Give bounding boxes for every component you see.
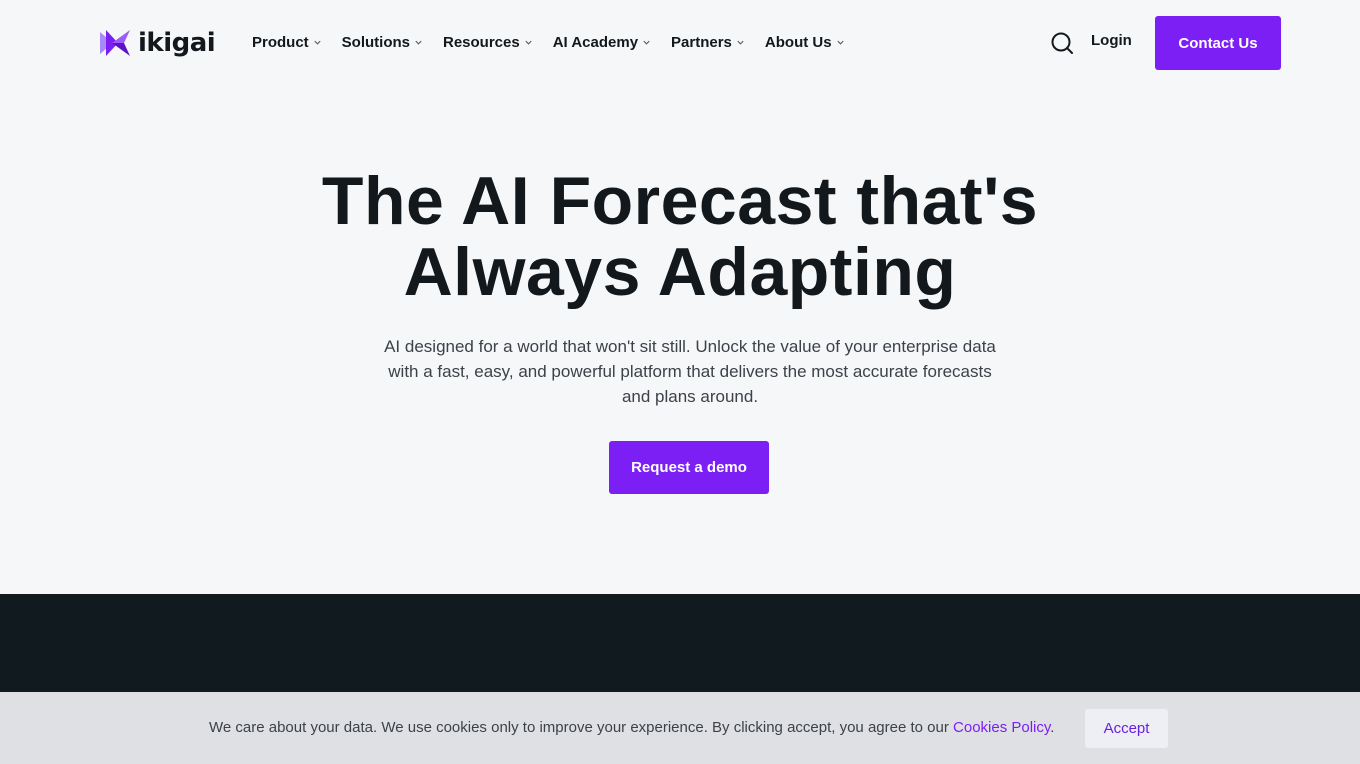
request-demo-button[interactable]: Request a demo [609,441,769,494]
cookie-period: . [1050,719,1055,736]
nav-item-resources[interactable]: Resources [443,34,533,51]
site-header: ikigai Product Solutions Resources AI Ac… [0,0,1360,86]
cookie-banner-text: We care about your data. We use cookies … [209,718,1054,738]
nav-item-product[interactable]: Product [252,34,322,51]
nav-item-label: About Us [764,33,832,51]
login-link[interactable]: Login [1091,32,1132,52]
hero-title: The AI Forecast that's Always Adapting [280,166,1080,308]
search-icon [1051,32,1073,54]
chevron-down-icon [415,40,422,45]
cookies-policy-link[interactable]: Cookies Policy [953,719,1050,736]
nav-item-label: Product [252,33,309,51]
nav-item-about-us[interactable]: About Us [765,34,845,51]
nav-item-label: Resources [443,33,520,51]
ikigai-logo-icon [100,30,130,56]
contact-us-button[interactable]: Contact Us [1155,16,1281,70]
nav-item-label: Solutions [341,33,410,51]
nav-item-solutions[interactable]: Solutions [342,34,423,51]
nav-item-label: AI Academy [552,33,639,51]
hero-title-line2: Always Adapting [403,234,957,310]
chevron-down-icon [836,40,844,45]
nav-item-ai-academy[interactable]: AI Academy [553,34,651,51]
cookie-message: We care about your data. We use cookies … [209,719,949,736]
search-button[interactable] [1050,31,1074,55]
chevron-down-icon [643,40,650,45]
chevron-down-icon [314,40,321,45]
main-nav: Product Solutions Resources AI Academy P… [252,30,865,54]
chevron-down-icon [737,40,744,45]
nav-item-partners[interactable]: Partners [671,34,745,51]
nav-item-label: Partners [671,33,732,51]
hero-title-line1: The AI Forecast that's [321,163,1039,239]
brand-name: ikigai [138,28,216,58]
accept-cookies-button[interactable]: Accept [1085,709,1168,748]
chevron-down-icon [525,40,532,45]
hero-subtitle: AI designed for a world that won't sit s… [384,337,996,406]
ikigai-logo[interactable]: ikigai [98,26,216,60]
